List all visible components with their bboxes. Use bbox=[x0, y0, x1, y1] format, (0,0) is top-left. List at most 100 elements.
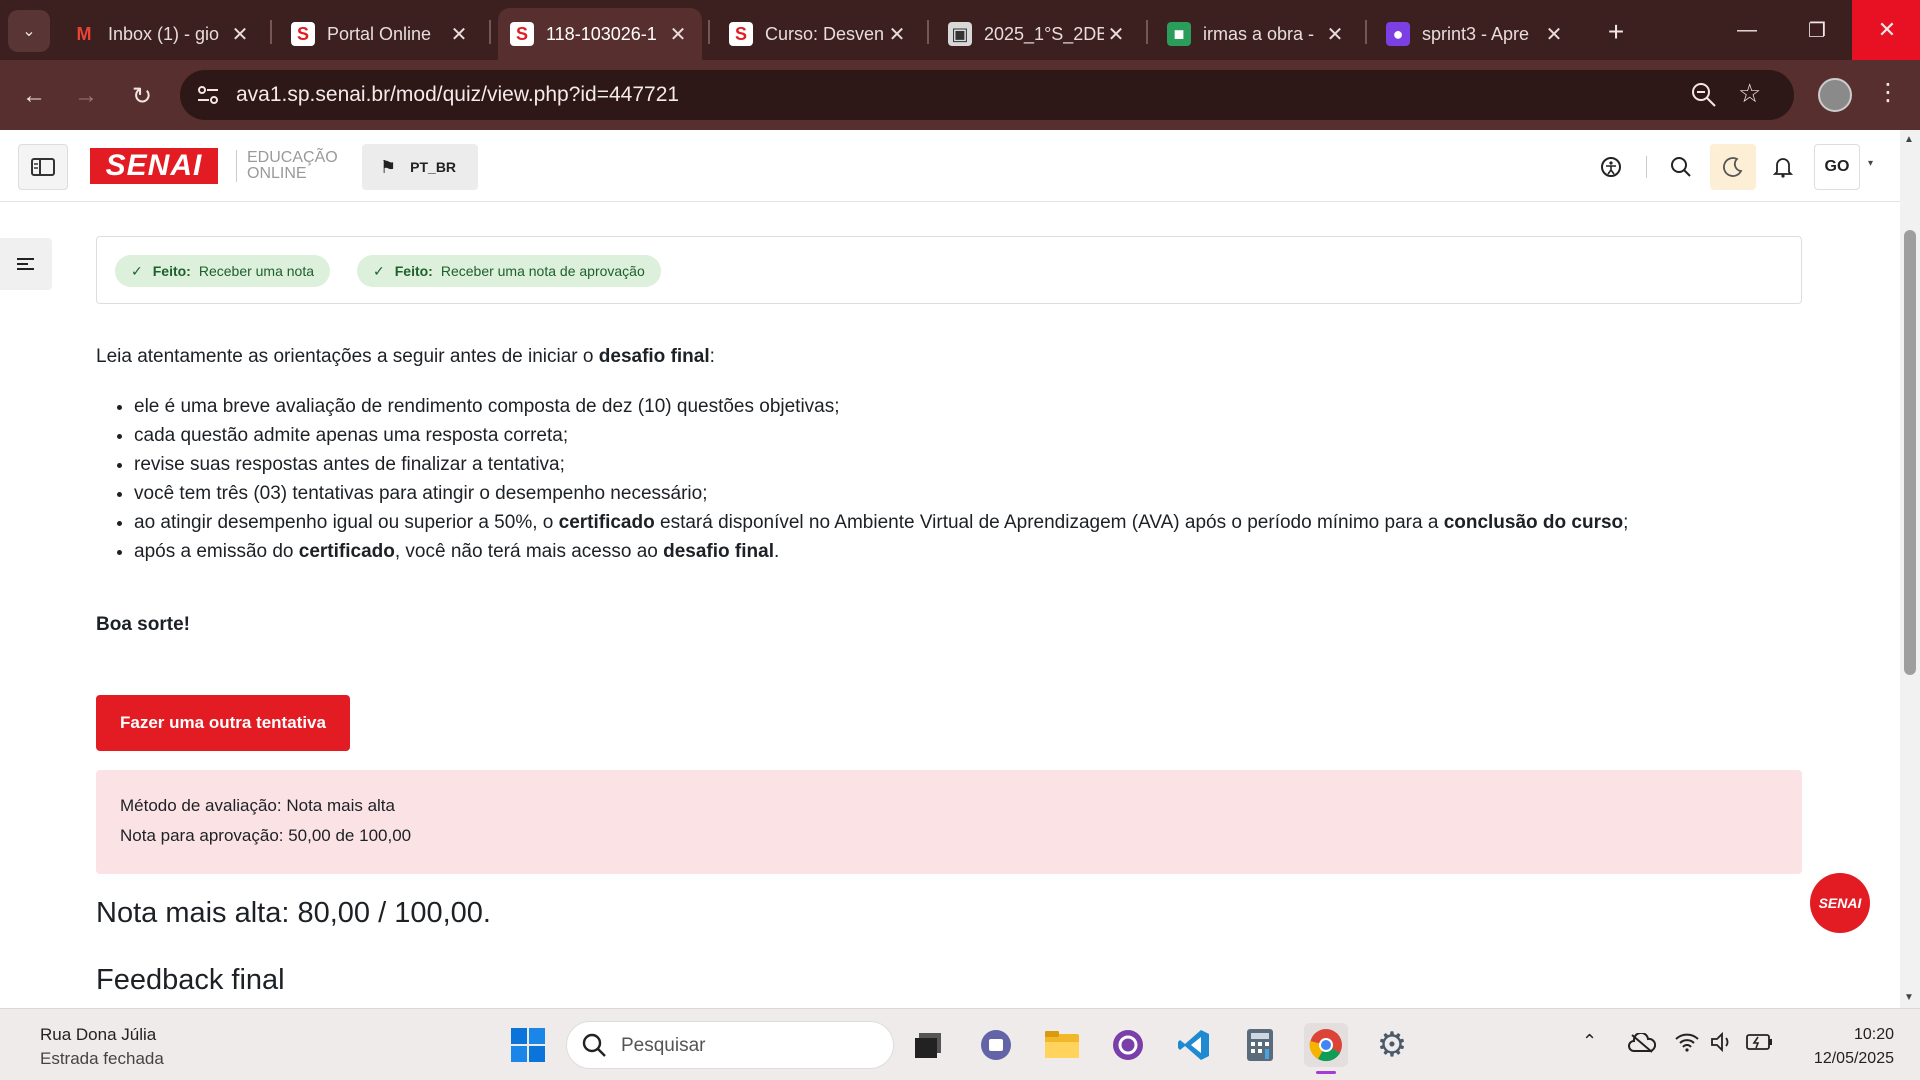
rule-text: você tem três (03) tentativas para ating… bbox=[134, 483, 708, 504]
bookmark-star-icon[interactable]: ☆ bbox=[1738, 78, 1761, 109]
search-icon bbox=[581, 1032, 607, 1063]
senai-logo[interactable]: SENAI bbox=[90, 148, 218, 184]
tab-separator bbox=[1146, 20, 1148, 44]
user-menu-caret-icon[interactable]: ▾ bbox=[1868, 158, 1873, 169]
chrome-icon[interactable] bbox=[1304, 1023, 1348, 1067]
browser-tab-bar: ⌄ M Inbox (1) - gio ✕ S Portal Online ✕ S 118-1… bbox=[0, 0, 1920, 60]
tab-close-icon[interactable]: ✕ bbox=[666, 22, 690, 47]
teams-chat-icon[interactable] bbox=[974, 1023, 1018, 1067]
page-scrollbar[interactable]: ▲ ▼ bbox=[1900, 130, 1920, 1008]
windows-start-icon[interactable] bbox=[506, 1023, 550, 1067]
browser-tab[interactable]: S Curso: Desven ✕ bbox=[717, 8, 921, 60]
tab-close-icon[interactable]: ✕ bbox=[1104, 22, 1128, 47]
tab-close-icon[interactable]: ✕ bbox=[447, 22, 471, 47]
file-explorer-icon[interactable] bbox=[1040, 1023, 1084, 1067]
task-view-icon[interactable] bbox=[906, 1023, 950, 1067]
profile-avatar[interactable] bbox=[1818, 78, 1852, 112]
url-text[interactable]: ava1.sp.senai.br/mod/quiz/view.php?id=44… bbox=[236, 83, 679, 107]
intro-bold: desafio final bbox=[598, 346, 710, 367]
intro-suffix: : bbox=[709, 346, 715, 367]
completion-pill-2: ✓ Feito: Receber uma nota de aprovação bbox=[357, 255, 661, 287]
zoom-icon[interactable] bbox=[1690, 81, 1718, 109]
activity-completion-box: ✓ Feito: Receber uma nota ✓ Feito: Receb… bbox=[96, 236, 1802, 304]
browser-tab[interactable]: S Portal Online ✕ bbox=[279, 8, 483, 60]
site-settings-icon[interactable] bbox=[194, 82, 222, 108]
github-desktop-icon[interactable] bbox=[1106, 1023, 1150, 1067]
chrome-menu-icon[interactable]: ⋮ bbox=[1876, 78, 1900, 107]
rule-text: , você não terá mais acesso ao bbox=[394, 541, 664, 562]
tab-separator bbox=[489, 20, 491, 44]
clock-time: 10:20 bbox=[1853, 1026, 1894, 1043]
battery-charging-icon[interactable] bbox=[1746, 1033, 1774, 1056]
rule-text: revise suas respostas antes de finalizar… bbox=[134, 454, 565, 475]
vscode-icon[interactable] bbox=[1172, 1023, 1216, 1067]
tab-title: 118-103026-1 bbox=[546, 23, 657, 44]
drawer-toggle-icon[interactable] bbox=[18, 144, 68, 190]
rule-text: cada questão admite apenas uma resposta … bbox=[134, 425, 569, 446]
check-icon: ✓ bbox=[373, 262, 385, 279]
volume-icon[interactable] bbox=[1710, 1031, 1736, 1058]
feedback-heading: Feedback final bbox=[96, 964, 285, 996]
language-button[interactable]: ⚑ PT_BR bbox=[362, 144, 478, 190]
minimize-icon[interactable]: — bbox=[1712, 0, 1782, 60]
scrollbar-thumb[interactable] bbox=[1904, 230, 1916, 675]
grading-info-box: Método de avaliação: Nota mais alta Nota… bbox=[96, 770, 1802, 874]
calculator-icon[interactable] bbox=[1238, 1023, 1282, 1067]
tab-close-icon[interactable]: ✕ bbox=[1323, 22, 1347, 47]
forward-icon[interactable]: → bbox=[68, 78, 104, 114]
tab-title: irmas a obra - bbox=[1203, 23, 1315, 44]
search-icon[interactable] bbox=[1666, 152, 1696, 182]
rule-item: ele é uma breve avaliação de rendimento … bbox=[134, 392, 1628, 421]
rule-item: após a emissão do certificado, você não … bbox=[134, 537, 1628, 566]
retry-attempt-button[interactable]: Fazer uma outra tentativa bbox=[96, 695, 350, 751]
flag-icon: ⚑ bbox=[380, 156, 397, 177]
show-hidden-icons-chevron[interactable]: ⌃ bbox=[1582, 1031, 1597, 1052]
browser-tab[interactable]: ▣ 2025_1°S_2DB ✕ bbox=[936, 8, 1140, 60]
slides-icon: ■ bbox=[1167, 22, 1191, 46]
senai-floating-button[interactable]: SENAI bbox=[1810, 873, 1870, 933]
dark-mode-moon-icon[interactable] bbox=[1710, 144, 1756, 190]
browser-tab[interactable]: M Inbox (1) - gio ✕ bbox=[60, 8, 264, 60]
reload-icon[interactable]: ↻ bbox=[124, 78, 160, 114]
rule-item: ao atingir desempenho igual ou superior … bbox=[134, 508, 1628, 537]
accessibility-icon[interactable] bbox=[1596, 152, 1626, 182]
clock[interactable]: 10:20 12/05/2025 bbox=[1782, 1023, 1894, 1071]
weather-title: Rua Dona Júlia bbox=[40, 1025, 157, 1044]
tab-close-icon[interactable]: ✕ bbox=[1542, 22, 1566, 47]
new-tab-button[interactable]: + bbox=[1598, 14, 1634, 50]
tab-separator bbox=[708, 20, 710, 44]
tab-close-icon[interactable]: ✕ bbox=[885, 22, 909, 47]
browser-toolbar: ← → ↻ ava1.sp.senai.br/mod/quiz/view.php… bbox=[0, 60, 1920, 130]
course-index-toggle-icon[interactable] bbox=[0, 238, 52, 290]
senai-s-icon: S bbox=[291, 22, 315, 46]
browser-tab[interactable]: ● sprint3 - Apre ✕ bbox=[1374, 8, 1578, 60]
site-navbar: SENAI EDUCAÇÃO ONLINE ⚑ PT_BR GO ▾ bbox=[0, 130, 1900, 202]
tab-title: 2025_1°S_2DB bbox=[984, 23, 1104, 44]
scroll-down-arrow-icon[interactable]: ▼ bbox=[1904, 992, 1914, 1003]
settings-gear-icon[interactable]: ⚙ bbox=[1370, 1023, 1414, 1067]
scroll-up-arrow-icon[interactable]: ▲ bbox=[1904, 134, 1914, 145]
address-bar[interactable]: ava1.sp.senai.br/mod/quiz/view.php?id=44… bbox=[180, 70, 1794, 120]
onedrive-cloud-icon[interactable] bbox=[1628, 1031, 1657, 1058]
tab-close-icon[interactable]: ✕ bbox=[228, 22, 252, 47]
weather-widget[interactable]: Rua Dona Júlia Estrada fechada bbox=[40, 1023, 164, 1071]
tab-title: sprint3 - Apre bbox=[1422, 23, 1530, 44]
back-icon[interactable]: ← bbox=[16, 78, 52, 114]
rule-text: após a emissão do bbox=[134, 541, 299, 562]
language-label: PT_BR bbox=[410, 159, 457, 175]
close-window-icon[interactable]: ✕ bbox=[1852, 0, 1920, 60]
browser-tab[interactable]: S 118-103026-1 ✕ bbox=[498, 8, 702, 60]
browser-tab[interactable]: ■ irmas a obra - ✕ bbox=[1155, 8, 1359, 60]
tab-separator bbox=[270, 20, 272, 44]
notifications-bell-icon[interactable] bbox=[1768, 152, 1798, 182]
rule-bold-text: certificado bbox=[298, 541, 395, 562]
restore-icon[interactable]: ❐ bbox=[1782, 0, 1852, 60]
weather-subtitle: Estrada fechada bbox=[40, 1049, 164, 1068]
taskbar-search[interactable]: Pesquisar bbox=[566, 1021, 894, 1069]
rule-bold-text: desafio final bbox=[663, 541, 774, 562]
user-menu-avatar[interactable]: GO bbox=[1814, 144, 1860, 190]
tab-search-chevron-icon[interactable]: ⌄ bbox=[8, 10, 50, 52]
canva-icon: ● bbox=[1386, 22, 1410, 46]
rule-bold-text: certificado bbox=[558, 512, 655, 533]
wifi-icon[interactable] bbox=[1674, 1031, 1700, 1058]
